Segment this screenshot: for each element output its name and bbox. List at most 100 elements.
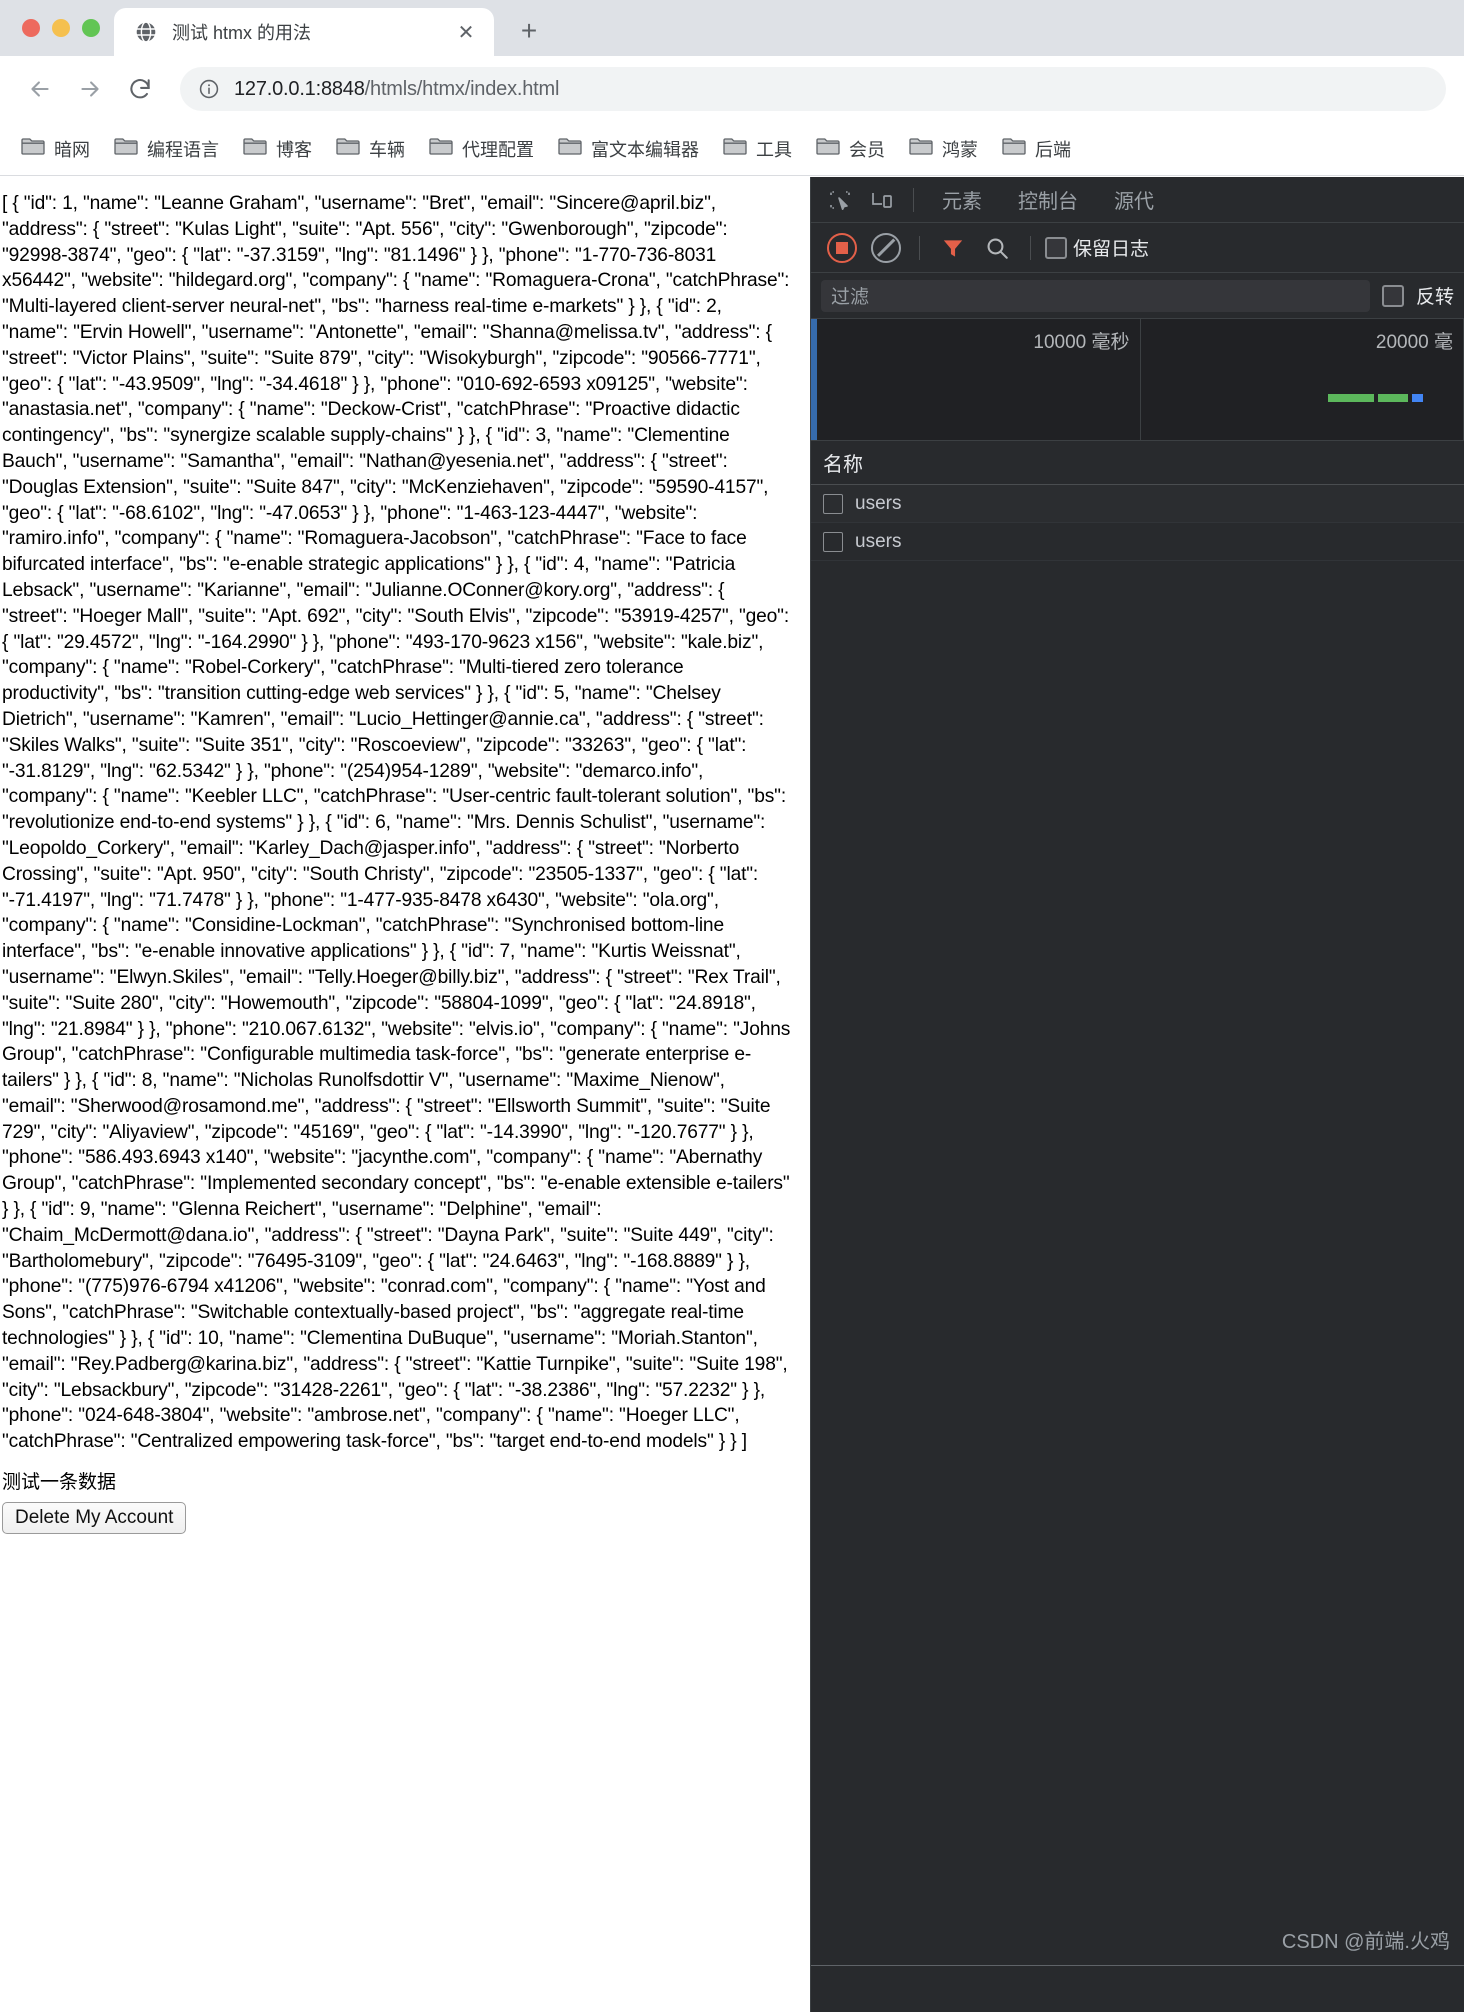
request-list-empty-area bbox=[811, 561, 1464, 2012]
folder-icon bbox=[114, 137, 138, 160]
devtools-tab-3[interactable]: 源代 bbox=[1098, 179, 1170, 220]
browser-window: 测试 htmx 的用法 ✕ + 127.0.0.1:8848/htmls/htm… bbox=[0, 0, 1464, 2012]
delete-my-account-button[interactable]: Delete My Account bbox=[2, 1502, 187, 1535]
toolbar-divider-2 bbox=[919, 235, 920, 260]
url-path: /htmls/htmx/index.html bbox=[364, 77, 560, 100]
url-text: 127.0.0.1:8848/htmls/htmx/index.html bbox=[234, 78, 559, 101]
bookmark-item-2[interactable]: 编程语言 bbox=[105, 130, 228, 168]
json-response-text: [ { "id": 1, "name": "Leanne Graham", "u… bbox=[2, 193, 791, 1453]
folder-icon bbox=[723, 138, 747, 155]
bookmark-item-4[interactable]: 车辆 bbox=[327, 130, 414, 168]
folder-icon bbox=[429, 138, 453, 155]
bookmark-item-10[interactable]: 后端 bbox=[993, 130, 1080, 168]
request-checkbox[interactable] bbox=[823, 531, 843, 552]
folder-icon bbox=[336, 138, 360, 155]
globe-icon bbox=[134, 20, 158, 44]
folder-icon bbox=[558, 138, 582, 155]
search-icon[interactable] bbox=[978, 229, 1016, 267]
folder-icon bbox=[816, 137, 840, 160]
folder-icon bbox=[909, 137, 933, 160]
page-content: [ { "id": 1, "name": "Leanne Graham", "u… bbox=[0, 177, 810, 2012]
preserve-log-checkbox[interactable] bbox=[1045, 236, 1067, 259]
folder-icon bbox=[429, 137, 453, 160]
info-circle-icon[interactable] bbox=[198, 78, 220, 100]
bookmark-label: 后端 bbox=[1035, 139, 1071, 160]
devtools-footer-divider bbox=[811, 1965, 1464, 1966]
viewport: [ { "id": 1, "name": "Leanne Graham", "u… bbox=[0, 177, 1464, 2012]
bookmark-item-6[interactable]: 富文本编辑器 bbox=[549, 130, 708, 168]
bookmark-item-1[interactable]: 暗网 bbox=[12, 130, 99, 168]
window-controls bbox=[14, 0, 114, 56]
watermark-text: CSDN @前端.火鸡 bbox=[1281, 1931, 1450, 1953]
timeline-tick-2: 20000 毫 bbox=[1375, 332, 1453, 353]
timeline-bar-2 bbox=[1377, 394, 1408, 402]
preserve-log-label: 保留日志 bbox=[1073, 239, 1150, 260]
devtools-filter-row: 过滤 反转 bbox=[811, 273, 1464, 319]
timeline-bar-3 bbox=[1411, 394, 1423, 402]
device-toolbar-icon[interactable] bbox=[863, 181, 901, 219]
bookmark-label: 车辆 bbox=[369, 139, 405, 160]
timeline-cell-2: 20000 毫 bbox=[1141, 319, 1464, 440]
url-host: 127.0.0.1:8848 bbox=[234, 77, 365, 100]
close-icon[interactable]: ✕ bbox=[452, 18, 480, 46]
folder-icon bbox=[723, 137, 747, 160]
folder-icon bbox=[243, 138, 267, 155]
folder-icon bbox=[21, 137, 45, 160]
devtools-network-toolbar: 保留日志 bbox=[811, 223, 1464, 273]
devtools-tab-1[interactable]: 元素 bbox=[926, 179, 998, 220]
request-checkbox[interactable] bbox=[823, 493, 843, 514]
folder-icon bbox=[114, 138, 138, 155]
bookmark-label: 鸿蒙 bbox=[942, 139, 978, 160]
folder-icon bbox=[558, 137, 582, 160]
clear-network-icon[interactable] bbox=[867, 229, 905, 267]
filter-input[interactable]: 过滤 bbox=[821, 279, 1370, 312]
bookmark-item-9[interactable]: 鸿蒙 bbox=[900, 130, 987, 168]
bookmark-item-7[interactable]: 工具 bbox=[714, 130, 801, 168]
maximize-window-button[interactable] bbox=[82, 19, 100, 37]
timeline-bars bbox=[1141, 394, 1464, 402]
folder-icon bbox=[336, 137, 360, 160]
bookmarks-bar: 暗网 编程语言 博客 车辆 代理配置 富文本编辑器 工具 会员 鸿蒙 后端 bbox=[0, 122, 1464, 176]
toolbar-divider bbox=[913, 187, 914, 212]
new-tab-button[interactable]: + bbox=[506, 8, 552, 54]
devtools-tab-2[interactable]: 控制台 bbox=[1002, 179, 1094, 220]
bookmark-label: 编程语言 bbox=[147, 139, 219, 160]
browser-tab[interactable]: 测试 htmx 的用法 ✕ bbox=[114, 8, 494, 56]
minimize-window-button[interactable] bbox=[52, 19, 70, 37]
toolbar-divider-3 bbox=[1030, 235, 1031, 260]
page-note-text: 测试一条数据 bbox=[2, 1472, 117, 1494]
back-icon[interactable] bbox=[18, 67, 62, 111]
network-timeline-overview[interactable]: 10000 毫秒 20000 毫 bbox=[811, 319, 1464, 441]
bookmark-label: 富文本编辑器 bbox=[591, 139, 699, 160]
bookmark-label: 博客 bbox=[276, 139, 312, 160]
timeline-tick-1: 10000 毫秒 bbox=[1033, 332, 1130, 353]
request-name: users bbox=[855, 530, 902, 552]
forward-icon[interactable] bbox=[68, 67, 112, 111]
tab-title: 测试 htmx 的用法 bbox=[172, 23, 312, 43]
invert-checkbox[interactable] bbox=[1381, 284, 1404, 307]
bookmark-item-3[interactable]: 博客 bbox=[234, 130, 321, 168]
bookmark-item-5[interactable]: 代理配置 bbox=[420, 130, 543, 168]
invert-label: 反转 bbox=[1415, 287, 1454, 308]
close-window-button[interactable] bbox=[22, 19, 40, 37]
reload-icon[interactable] bbox=[118, 67, 162, 111]
bookmark-item-8[interactable]: 会员 bbox=[807, 130, 894, 168]
bookmark-label: 暗网 bbox=[54, 139, 90, 160]
timeline-bar-1 bbox=[1327, 394, 1374, 402]
bookmark-label: 代理配置 bbox=[462, 139, 534, 160]
bookmark-label: 会员 bbox=[849, 139, 885, 160]
request-row[interactable]: users bbox=[811, 523, 1464, 561]
filter-funnel-icon[interactable] bbox=[934, 229, 972, 267]
tab-strip: 测试 htmx 的用法 ✕ + bbox=[0, 0, 1464, 56]
folder-icon bbox=[21, 138, 45, 155]
folder-icon bbox=[909, 138, 933, 155]
inspect-element-icon[interactable] bbox=[821, 181, 859, 219]
address-bar[interactable]: 127.0.0.1:8848/htmls/htmx/index.html bbox=[180, 67, 1446, 111]
devtools-panel: 元素 控制台 源代 保留日志 过滤 反转 10000 毫秒 20000 毫 名称… bbox=[810, 177, 1464, 2012]
timeline-cell-1: 10000 毫秒 bbox=[817, 319, 1141, 440]
request-row[interactable]: users bbox=[811, 485, 1464, 523]
bookmark-label: 工具 bbox=[756, 139, 792, 160]
folder-icon bbox=[1002, 137, 1026, 160]
request-list-header[interactable]: 名称 bbox=[811, 441, 1464, 485]
record-stop-icon[interactable] bbox=[823, 229, 861, 267]
